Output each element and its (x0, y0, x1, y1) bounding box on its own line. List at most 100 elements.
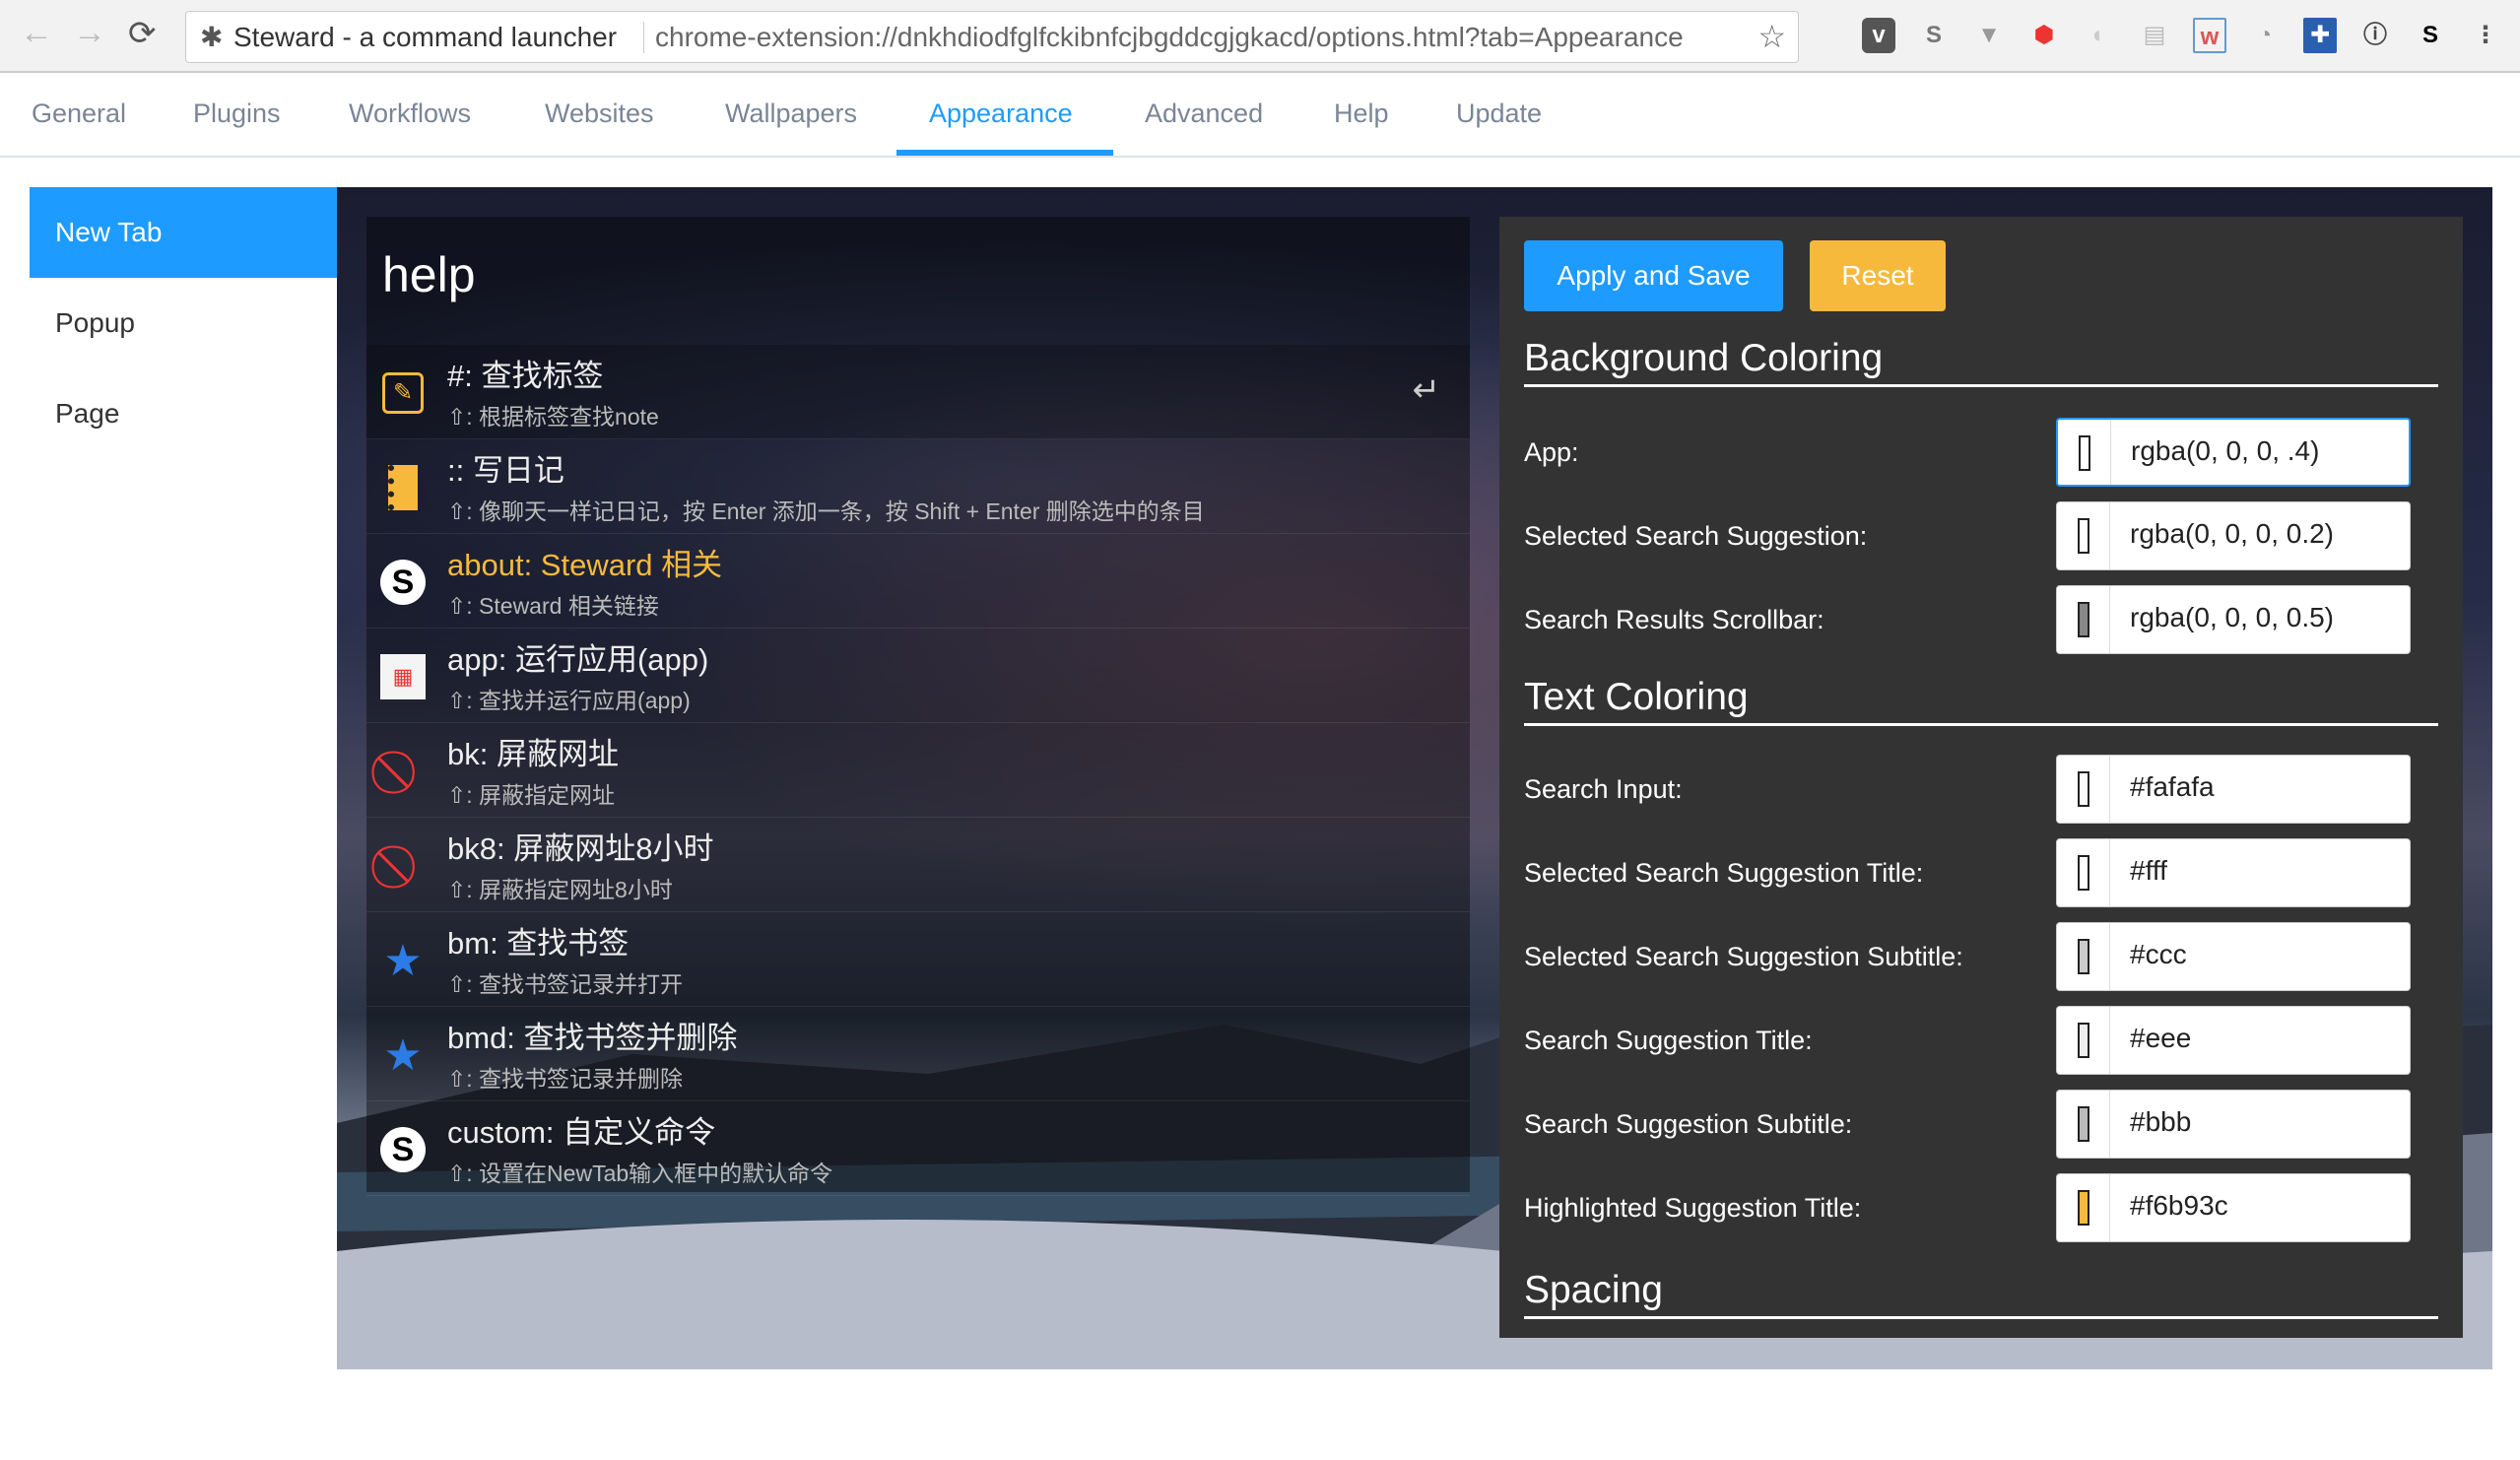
spacing-heading: Spacing (1524, 1269, 2438, 1319)
result-subtitle: ⇧: 屏蔽指定网址 (447, 782, 616, 808)
result-title: app: 运行应用(app) (447, 642, 709, 677)
setting-label: Search Input: (1524, 774, 1683, 804)
tag-note-icon: ✎ (380, 370, 426, 416)
search-result-item[interactable]: S custom: 自定义命令 ⇧: 设置在NewTab输入框中的默认命令 (366, 1101, 1470, 1196)
tab-bar: General Plugins Workflows Websites Wallp… (0, 73, 2520, 158)
result-title: about: Steward 相关 (447, 548, 723, 582)
color-swatch[interactable] (2057, 923, 2110, 990)
s-extension-icon[interactable]: S (1917, 18, 1951, 53)
color-swatch[interactable] (2057, 1174, 2110, 1241)
setting-label: Selected Search Suggestion Subtitle: (1524, 942, 1963, 971)
color-value: rgba(0, 0, 0, 0.5) (2130, 602, 2335, 632)
result-subtitle: ⇧: 屏蔽指定网址8小时 (447, 877, 673, 902)
tab-update[interactable]: Update (1456, 99, 1542, 129)
enter-icon: ↵ (1412, 371, 1441, 409)
result-title: :: 写日记 (447, 453, 564, 488)
browser-toolbar: ← → ⟳ ✱ Steward - a command launcher chr… (0, 0, 2520, 73)
sidebar-item-popup[interactable]: Popup (30, 278, 337, 368)
search-result-item[interactable]: ⃠ bk8: 屏蔽网址8小时 ⇧: 屏蔽指定网址8小时 (366, 818, 1470, 912)
tab-advanced[interactable]: Advanced (1145, 99, 1263, 129)
sidebar-item-new-tab[interactable]: New Tab (30, 187, 337, 278)
v-extension-icon[interactable]: ▼ (1972, 18, 2006, 53)
color-swatch[interactable] (2057, 586, 2110, 653)
color-setting-row: Search Suggestion Subtitle: #bbb (1524, 1090, 2438, 1159)
compass-icon[interactable]: ◔ (2248, 18, 2282, 53)
result-title: bmd: 查找书签并删除 (447, 1021, 738, 1055)
steward-logo-icon: S (380, 1127, 426, 1172)
info-icon[interactable]: ⓘ (2358, 18, 2392, 53)
color-setting-row: App: rgba(0, 0, 0, .4) (1524, 418, 2438, 487)
search-result-item[interactable]: ★ bm: 查找书签 ⇧: 查找书签记录并打开 (366, 912, 1470, 1007)
menu-icon[interactable]: ⋮ (2469, 18, 2502, 53)
color-setting-row: Selected Search Suggestion Subtitle: #cc… (1524, 922, 2438, 991)
color-value: #f6b93c (2130, 1190, 2228, 1221)
color-input[interactable]: #fafafa (2056, 755, 2411, 824)
extension-icon[interactable]: ◐ (2083, 18, 2116, 53)
search-result-item[interactable]: ▦ app: 运行应用(app) ⇧: 查找并运行应用(app) (366, 629, 1470, 723)
diary-icon (380, 465, 426, 510)
color-value: rgba(0, 0, 0, .4) (2131, 435, 2320, 466)
tab-plugins[interactable]: Plugins (193, 99, 281, 129)
newtab-preview-panel: help ✎ #: 查找标签 ⇧: 根据标签查找note ↵ :: 写日记 ⇧: … (366, 217, 1470, 1196)
reload-icon[interactable]: ⟳ (128, 14, 157, 53)
word-icon[interactable]: w (2193, 18, 2226, 53)
reset-button[interactable]: Reset (1810, 240, 1946, 311)
color-swatch[interactable] (2057, 502, 2110, 569)
steward-icon[interactable]: S (2414, 18, 2447, 53)
color-input[interactable]: #ccc (2056, 922, 2411, 991)
color-swatch[interactable] (2058, 420, 2111, 485)
address-bar[interactable]: ✱ Steward - a command launcher chrome-ex… (185, 11, 1799, 63)
adblock-icon[interactable]: ⬢ (2027, 18, 2061, 53)
sidebar-item-page[interactable]: Page (30, 368, 337, 459)
reader-icon[interactable]: ▤ (2138, 18, 2171, 53)
search-result-item[interactable]: S about: Steward 相关 ⇧: Steward 相关链接 (366, 534, 1470, 629)
color-input[interactable]: #bbb (2056, 1090, 2411, 1159)
tab-help[interactable]: Help (1334, 99, 1389, 129)
color-input[interactable]: #fff (2056, 838, 2411, 907)
result-title: bm: 查找书签 (447, 926, 630, 961)
color-swatch[interactable] (2057, 839, 2110, 906)
tab-general[interactable]: General (32, 99, 126, 129)
tab-wallpapers[interactable]: Wallpapers (725, 99, 857, 129)
tab-appearance[interactable]: Appearance (929, 99, 1073, 129)
color-input[interactable]: rgba(0, 0, 0, .4) (2056, 418, 2411, 487)
color-setting-row: Selected Search Suggestion Title: #fff (1524, 838, 2438, 907)
search-input[interactable]: help (382, 246, 476, 303)
tab-websites[interactable]: Websites (545, 99, 654, 129)
search-result-item[interactable]: ⃠ bk: 屏蔽网址 ⇧: 屏蔽指定网址 (366, 723, 1470, 818)
star-icon: ★ (383, 1030, 423, 1080)
steward-logo-icon: S (380, 560, 426, 605)
bookmark-star-icon[interactable]: ☆ (1757, 12, 1786, 62)
back-icon[interactable]: ← (20, 14, 53, 52)
setting-label: Search Suggestion Subtitle: (1524, 1109, 1853, 1139)
search-result-item[interactable]: ★ bmd: 查找书签并删除 ⇧: 查找书签记录并删除 (366, 1007, 1470, 1101)
color-input[interactable]: rgba(0, 0, 0, 0.5) (2056, 585, 2411, 654)
result-subtitle: ⇧: 查找并运行应用(app) (447, 688, 691, 713)
result-subtitle: ⇧: 查找书签记录并打开 (447, 971, 684, 997)
apply-and-save-button[interactable]: Apply and Save (1524, 240, 1783, 311)
result-title: bk: 屏蔽网址 (447, 737, 619, 771)
color-input[interactable]: #f6b93c (2056, 1173, 2411, 1242)
wave-icon[interactable]: ✚ (2303, 18, 2337, 53)
forward-icon[interactable]: → (73, 14, 106, 52)
color-value: #fff (2130, 855, 2167, 886)
color-setting-row: Search Suggestion Title: #eee (1524, 1006, 2438, 1075)
tab-workflows[interactable]: Workflows (349, 99, 471, 129)
pocket-icon[interactable]: v (1862, 18, 1895, 53)
text-coloring-heading: Text Coloring (1524, 676, 2438, 726)
color-value: rgba(0, 0, 0, 0.2) (2130, 518, 2335, 549)
apps-grid-icon: ▦ (380, 654, 426, 699)
color-swatch[interactable] (2057, 756, 2110, 823)
search-result-item[interactable]: :: 写日记 ⇧: 像聊天一样记日记，按 Enter 添加一条，按 Shift … (366, 439, 1470, 534)
color-value: #bbb (2130, 1106, 2192, 1137)
color-input[interactable]: rgba(0, 0, 0, 0.2) (2056, 501, 2411, 570)
color-setting-row: Selected Search Suggestion: rgba(0, 0, 0… (1524, 501, 2438, 570)
extension-icon: ✱ (200, 22, 224, 52)
color-input[interactable]: #eee (2056, 1006, 2411, 1075)
color-setting-row: Highlighted Suggestion Title: #f6b93c (1524, 1173, 2438, 1242)
search-result-item[interactable]: ✎ #: 查找标签 ⇧: 根据标签查找note ↵ (366, 345, 1470, 439)
active-tab-indicator (896, 150, 1113, 156)
color-swatch[interactable] (2057, 1091, 2110, 1158)
result-subtitle: ⇧: Steward 相关链接 (447, 593, 659, 619)
color-swatch[interactable] (2057, 1007, 2110, 1074)
